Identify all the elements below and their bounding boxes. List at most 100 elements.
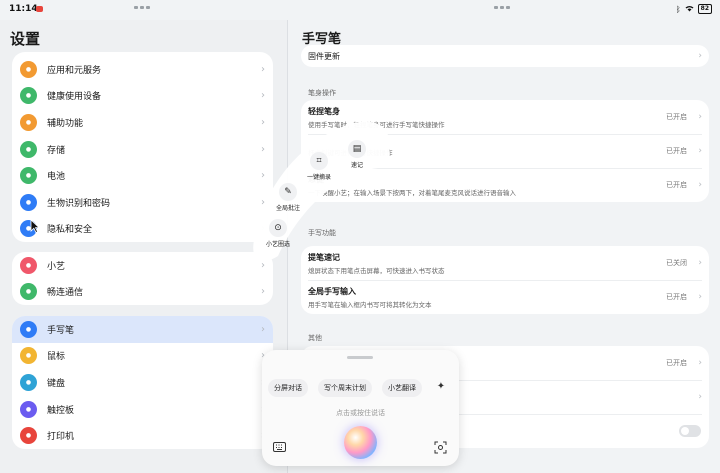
settings-group-assistant: ● 小艺 › ● 畅连通信 ›: [12, 252, 273, 306]
sidebar-item-label: 电池: [47, 172, 66, 183]
voice-orb-button[interactable]: [344, 426, 377, 459]
drag-handle[interactable]: [347, 356, 373, 359]
sidebar-item-apps[interactable]: ● 应用和元服务 ›: [12, 56, 273, 83]
pen-shortcut-label: 一键摘录: [307, 174, 332, 181]
setting-row[interactable]: 轻捏笔身 使用手写笔时，轻捏笔身可进行手写笔快捷操作 已开启 ›: [301, 100, 709, 134]
setting-description: 熄屏状态下用笔点击屏幕，可快速进入书写状态: [308, 266, 445, 275]
sidebar-item-label: 健康使用设备: [47, 92, 102, 103]
pen-icon: ●: [20, 320, 37, 338]
section-header-other: 其他: [308, 334, 322, 342]
page-title: 设置: [10, 30, 41, 48]
scan-icon[interactable]: [433, 441, 447, 455]
chevron-right-icon: ›: [261, 116, 265, 128]
annotate-icon: ✎: [279, 183, 297, 201]
setting-value: 已开启: [666, 113, 687, 121]
chevron-right-icon: ›: [261, 90, 265, 102]
sparkle-icon[interactable]: ✦: [434, 381, 448, 395]
chevron-right-icon: ›: [261, 196, 265, 208]
pen-shortcut-circle-select[interactable]: ⊙ 小艺圈选: [266, 219, 290, 248]
sidebar-item-label: 隐私和安全: [47, 225, 93, 236]
sidebar-item-storage[interactable]: ● 存储 ›: [12, 136, 273, 163]
chevron-right-icon: ›: [698, 112, 702, 122]
sidebar-item-label: 生物识别和密码: [47, 198, 111, 209]
apps-icon: ●: [20, 60, 37, 78]
setting-title: 提笔速记: [308, 252, 340, 262]
sidebar-item-touchpad[interactable]: ●触控板›: [12, 396, 273, 423]
setting-value: 已开启: [666, 359, 687, 367]
status-icons: ᛒ 82: [676, 4, 712, 14]
sidebar-item-battery[interactable]: ● 电池 ›: [12, 162, 273, 189]
sidebar-item-xiaoyi[interactable]: ● 小艺 ›: [12, 252, 273, 279]
voice-hint: 点击或按住说话: [336, 409, 385, 417]
suggestion-chip[interactable]: 分屏对话: [268, 379, 308, 397]
chevron-right-icon: ›: [261, 223, 265, 235]
circle-select-icon: ⊙: [269, 219, 287, 237]
setting-value: 已开启: [666, 293, 687, 301]
hand-icon: ●: [20, 113, 37, 131]
sidebar-item-hourglass[interactable]: ● 健康使用设备 ›: [12, 83, 273, 110]
pen-shortcut-label: 小艺圈选: [266, 241, 291, 248]
settings-group-system: ● 应用和元服务 › ● 健康使用设备 › ● 辅助功能 › ● 存储 › ● 电池 › ● 生物识别和密码 › ●…: [12, 52, 273, 243]
setting-value: 已开启: [666, 181, 687, 189]
voice-assistant-panel: 分屏对话 写个周末计划 小艺翻译 ✦ 点击或按住说话: [262, 350, 459, 466]
chevron-right-icon: ›: [698, 180, 702, 190]
sidebar-item-pen[interactable]: ● 手写笔 ›: [12, 316, 273, 343]
setting-row[interactable]: 悬键 一下唤醒小艺；在输入场景下按两下，对着笔尾麦克风说话进行语音输入 已开启 ›: [301, 168, 709, 202]
setting-row[interactable]: 提笔速记 熄屏状态下用笔点击屏幕，可快速进入书写状态 已关闭 ›: [301, 246, 709, 280]
setting-row[interactable]: 全局手写输入用手写笔在输入框内书写可将其转化为文本 已开启 ›: [301, 280, 709, 314]
pen-shortcut-excerpt[interactable]: ⌗ 一键摘录: [307, 152, 331, 181]
settings-sidebar: 设置 ● 应用和元服务 › ● 健康使用设备 › ● 辅助功能 › ● 存储 › ● 电池 › ● 生物识别和密…: [0, 20, 288, 473]
mouse-cursor-icon: [30, 219, 40, 233]
sidebar-item-chat[interactable]: ● 畅连通信 ›: [12, 279, 273, 306]
pen-shortcut-annotate[interactable]: ✎ 全局批注: [276, 183, 300, 212]
chevron-right-icon: ›: [698, 51, 702, 61]
firmware-update-label: 固件更新: [308, 51, 340, 61]
firmware-update-row[interactable]: 固件更新 ›: [301, 45, 709, 67]
note-icon: ▤: [348, 140, 366, 158]
sidebar-item-label: 小艺: [47, 261, 66, 272]
setting-description: 用手写笔在输入框内书写可将其转化为文本: [308, 300, 432, 309]
pen-shortcut-label: 全局批注: [276, 205, 301, 212]
handwriting-card: 提笔速记 熄屏状态下用笔点击屏幕，可快速进入书写状态 已关闭 › 全局手写输入 用手写笔在…: [301, 246, 709, 314]
sidebar-item-shield[interactable]: ● 隐私和安全 ›: [12, 216, 273, 243]
pen-shortcut-label: 速记: [350, 162, 363, 169]
excerpt-icon: ⌗: [310, 152, 328, 170]
setting-title: 全局手写输入: [308, 286, 356, 296]
sidebar-item-key[interactable]: ● 生物识别和密码 ›: [12, 189, 273, 216]
keyboard-icon: ●: [20, 373, 37, 391]
recording-indicator-icon: [36, 6, 43, 12]
clock: 11:14: [9, 4, 38, 14]
chevron-right-icon: ›: [261, 323, 265, 335]
suggestion-chip[interactable]: 写个周末计划: [318, 379, 372, 397]
keyboard-icon[interactable]: [272, 442, 286, 454]
setting-description: 杆虚拟键可进行手写快捷操作: [308, 147, 709, 157]
sidebar-item-label: 辅助功能: [47, 118, 84, 129]
sidebar-item-printer[interactable]: ●打印机›: [12, 422, 273, 449]
key-icon: ●: [20, 193, 37, 211]
wifi-icon: [685, 5, 694, 14]
sidebar-item-mouse[interactable]: ●鼠标›: [12, 343, 273, 370]
sidebar-item-keyboard[interactable]: ●键盘›: [12, 369, 273, 396]
section-header-pen-ops: 笔身操作: [308, 89, 336, 97]
mouse-icon: ●: [20, 347, 37, 365]
setting-toggle[interactable]: [679, 425, 701, 437]
sidebar-item-label: 鼠标: [47, 352, 66, 363]
right-pane-handle-icon[interactable]: [494, 6, 510, 9]
pen-shortcut-note[interactable]: ▤ 速记: [348, 140, 366, 169]
chevron-right-icon: ›: [698, 292, 702, 302]
chevron-right-icon: ›: [261, 63, 265, 75]
section-header-handwriting: 手写功能: [308, 229, 336, 237]
sidebar-item-label: 畅连通信: [47, 288, 84, 299]
setting-value: 已开启: [666, 147, 687, 155]
firmware-card[interactable]: 固件更新 ›: [301, 45, 709, 67]
battery-icon: 82: [697, 4, 712, 14]
touchpad-icon: ●: [20, 400, 37, 418]
suggestion-chip[interactable]: 小艺翻译: [382, 379, 422, 397]
chevron-right-icon: ›: [261, 286, 265, 298]
sidebar-item-label: 手写笔: [47, 325, 75, 336]
sidebar-item-hand[interactable]: ● 辅助功能 ›: [12, 109, 273, 136]
sidebar-item-label: 应用和元服务: [47, 65, 102, 76]
setting-description: 使用手写笔时，轻捏笔身可进行手写笔快捷操作: [308, 120, 445, 129]
left-pane-handle-icon[interactable]: [134, 6, 150, 9]
chevron-right-icon: ›: [261, 143, 265, 155]
